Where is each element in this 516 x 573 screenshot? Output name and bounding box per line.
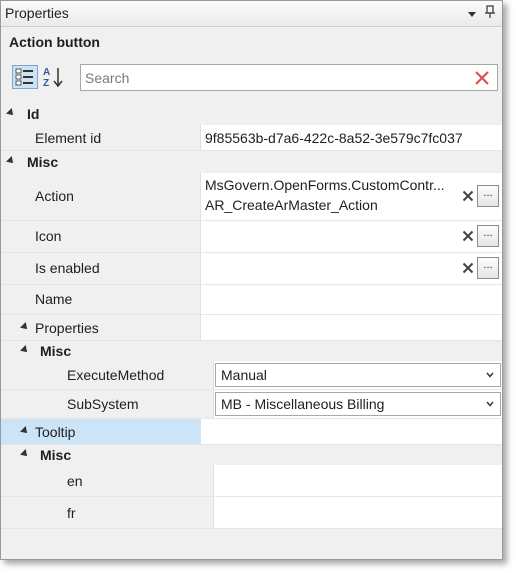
category-label: Misc: [40, 447, 72, 463]
property-name-cell: Properties: [1, 315, 200, 341]
search-box: [80, 64, 498, 91]
collapse-icon[interactable]: [20, 322, 30, 332]
clear-search-icon[interactable]: [473, 69, 491, 87]
reset-value-icon[interactable]: [462, 230, 474, 242]
panel-title: Properties: [5, 5, 69, 21]
subsystem-select[interactable]: MB - Miscellaneous Billing: [215, 392, 501, 416]
collapse-icon[interactable]: [6, 108, 16, 118]
property-name: Is enabled: [35, 260, 100, 276]
property-value-cell[interactable]: [213, 465, 502, 497]
property-row-action[interactable]: Action MsGovern.OpenForms.CustomContr...…: [1, 173, 502, 221]
search-input[interactable]: [85, 68, 465, 87]
category-id-row[interactable]: Id: [1, 103, 502, 125]
sort-alphabetical-icon: A Z: [43, 67, 63, 89]
property-name-cell: SubSystem: [1, 390, 213, 419]
property-value-cell[interactable]: 9f85563b-d7a6-422c-8a52-3e579c7fc037: [200, 125, 502, 151]
properties-panel: Properties Action button A Z Search Id E…: [0, 0, 503, 560]
property-name: en: [67, 473, 83, 489]
property-name: Properties: [35, 320, 99, 336]
category-label: Misc: [40, 343, 72, 359]
execute-method-select[interactable]: Manual: [215, 363, 501, 387]
property-row-subsystem[interactable]: SubSystem MB - Miscellaneous Billing: [1, 390, 502, 419]
property-row-execute-method[interactable]: ExecuteMethod Manual: [1, 361, 502, 390]
property-name-cell: Is enabled: [1, 253, 200, 285]
categorized-view-button[interactable]: [12, 65, 38, 89]
property-value-line2: AR_CreateArMaster_Action: [205, 197, 378, 213]
property-name-cell: en: [1, 465, 213, 497]
category-label: Misc: [27, 154, 59, 170]
pin-icon[interactable]: [485, 5, 495, 19]
property-value-cell[interactable]: ...: [200, 221, 502, 253]
chevron-down-icon: [486, 372, 494, 378]
browse-button[interactable]: ...: [477, 225, 499, 247]
property-name: SubSystem: [67, 396, 139, 412]
property-value-cell[interactable]: ...: [200, 253, 502, 285]
property-value-cell[interactable]: MsGovern.OpenForms.CustomContr... AR_Cre…: [200, 173, 502, 221]
property-name-cell: Name: [1, 285, 200, 315]
property-row-en[interactable]: en: [1, 465, 502, 497]
property-name: Action: [35, 188, 74, 204]
property-name: Tooltip: [35, 424, 76, 440]
property-name-cell: fr: [1, 497, 213, 529]
property-name-cell: Action: [1, 173, 200, 221]
property-row-name[interactable]: Name: [1, 285, 502, 315]
property-name-cell: Element id: [1, 125, 200, 151]
collapse-icon[interactable]: [6, 156, 16, 166]
categorized-view-icon: [15, 68, 33, 86]
reset-value-icon[interactable]: [462, 262, 474, 274]
property-value-cell[interactable]: [213, 497, 502, 529]
collapse-icon[interactable]: [20, 449, 30, 459]
svg-text:A: A: [43, 67, 50, 78]
property-row-properties[interactable]: Properties: [1, 315, 502, 341]
selected-object-name: Action button: [9, 34, 100, 50]
property-name: Name: [35, 291, 73, 307]
chevron-down-icon: [486, 401, 494, 407]
svg-text:Z: Z: [43, 78, 49, 89]
property-name: ExecuteMethod: [67, 367, 165, 383]
panel-titlebar: Properties: [1, 1, 502, 27]
select-value: Manual: [221, 367, 267, 383]
property-row-icon[interactable]: Icon ...: [1, 221, 502, 253]
property-value-cell: [200, 419, 502, 445]
property-name-cell: Icon: [1, 221, 200, 253]
collapse-icon[interactable]: [20, 426, 30, 436]
collapse-icon[interactable]: [20, 345, 30, 355]
select-value: MB - Miscellaneous Billing: [221, 396, 385, 412]
property-value-cell: MB - Miscellaneous Billing: [213, 390, 502, 419]
property-row-is-enabled[interactable]: Is enabled ...: [1, 253, 502, 285]
property-name-cell: Tooltip: [1, 419, 200, 445]
browse-button[interactable]: ...: [477, 257, 499, 279]
property-name: fr: [67, 505, 76, 521]
property-value-cell: Manual: [213, 361, 502, 390]
category-label: Id: [27, 106, 40, 122]
property-row-element-id[interactable]: Element id 9f85563b-d7a6-422c-8a52-3e579…: [1, 125, 502, 151]
property-name: Icon: [35, 228, 62, 244]
category-tooltip-misc-row[interactable]: Misc: [1, 445, 502, 465]
property-value-cell: [200, 315, 502, 341]
property-name-cell: ExecuteMethod: [1, 361, 213, 390]
category-misc-row[interactable]: Misc: [1, 151, 502, 173]
property-value: 9f85563b-d7a6-422c-8a52-3e579c7fc037: [205, 130, 463, 146]
property-name: Element id: [35, 130, 102, 146]
property-value-line1: MsGovern.OpenForms.CustomContr...: [205, 177, 445, 193]
alphabetical-sort-button[interactable]: A Z: [41, 65, 67, 89]
property-value-cell[interactable]: [200, 285, 502, 315]
browse-button[interactable]: ...: [477, 185, 499, 207]
category-properties-misc-row[interactable]: Misc: [1, 341, 502, 361]
reset-value-icon[interactable]: [462, 190, 474, 202]
panel-dropdown-icon[interactable]: [468, 12, 476, 17]
property-row-tooltip[interactable]: Tooltip: [1, 419, 502, 445]
property-row-fr[interactable]: fr: [1, 497, 502, 529]
